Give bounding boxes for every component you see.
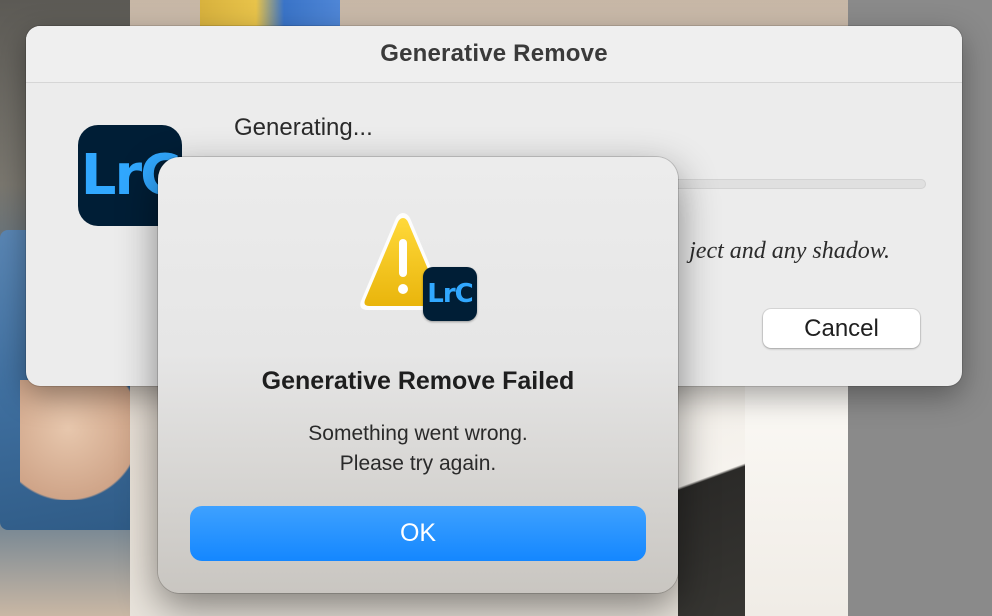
badge-label: LrC xyxy=(427,279,473,309)
dialog-title: Generative Remove xyxy=(380,40,608,67)
alert-icon: LrC xyxy=(358,209,478,321)
photo-ledge-highlight xyxy=(745,385,848,616)
alert-message-line-1: Something went wrong. xyxy=(308,422,528,445)
status-text: Generating... xyxy=(234,114,373,141)
photo-hand xyxy=(20,380,140,500)
alert-message-line-2: Please try again. xyxy=(339,452,497,475)
cancel-button[interactable]: Cancel xyxy=(763,309,920,348)
error-alert: LrC Generative Remove Failed Something w… xyxy=(158,157,678,593)
alert-message: Something went wrong. Please try again. xyxy=(158,419,678,479)
alert-title: Generative Remove Failed xyxy=(261,367,575,395)
ok-button[interactable]: OK xyxy=(190,506,646,561)
dialog-titlebar: Generative Remove xyxy=(26,26,962,83)
lightroom-classic-badge-icon: LrC xyxy=(423,267,477,321)
